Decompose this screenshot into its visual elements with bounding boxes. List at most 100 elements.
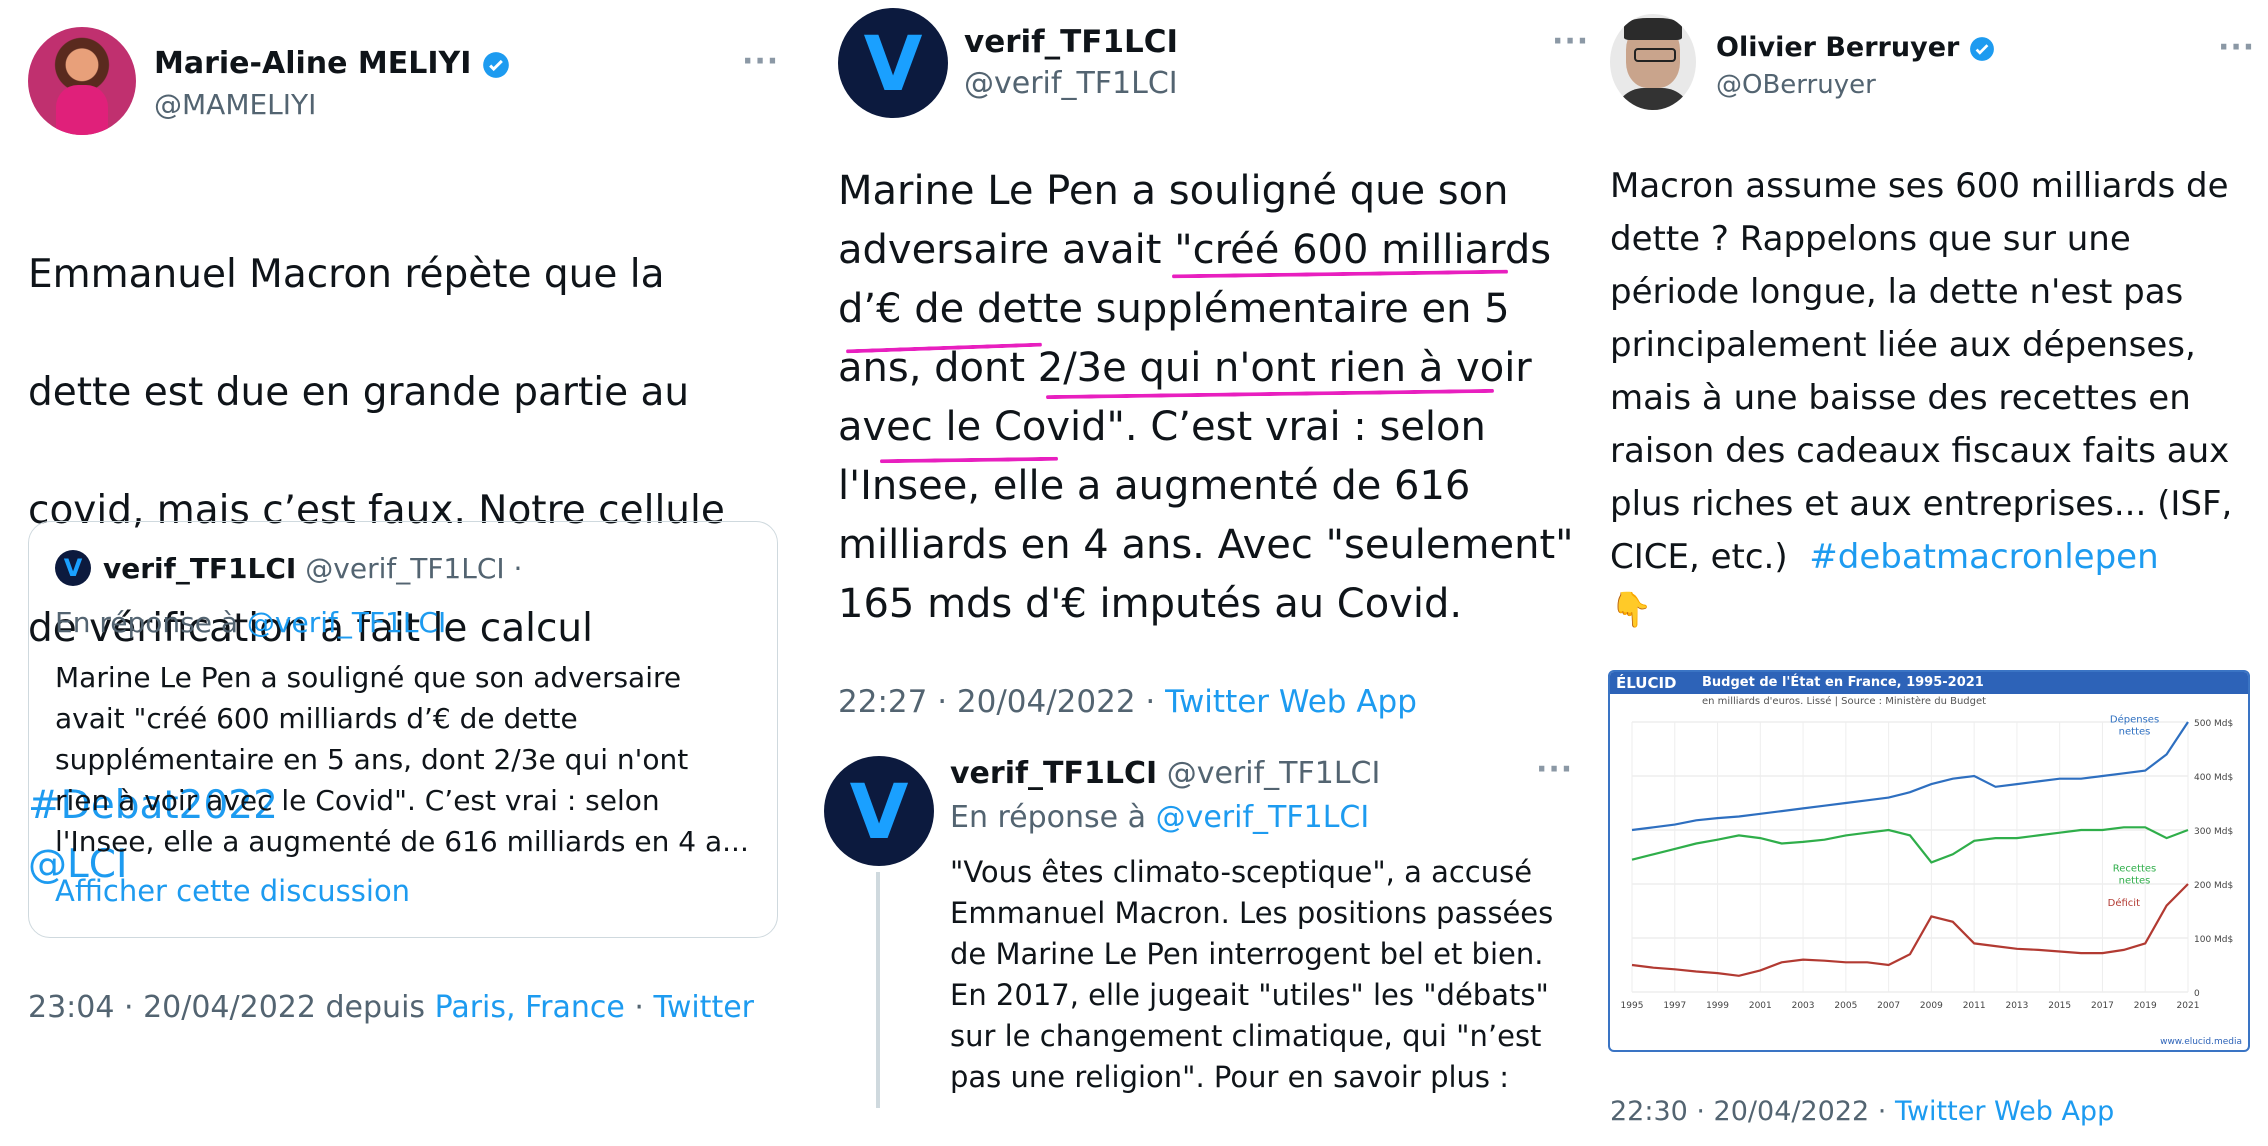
quoted-author-handle: @verif_TF1LCI · — [305, 552, 523, 585]
avatar[interactable] — [28, 27, 136, 135]
reply-body: "Vous êtes climato-sceptique", a accusé … — [950, 852, 1553, 1098]
reply-line: En 2017, elle jugeait "utiles" les "déba… — [950, 978, 1549, 1012]
x-tick-label: 2017 — [2091, 1001, 2114, 1011]
reply-author-name[interactable]: verif_TF1LCI — [950, 756, 1157, 791]
hashtag-link[interactable]: #debatmacronlepen — [1809, 537, 2158, 577]
body-line: dette ? Rappelons que sur une — [1610, 219, 2131, 259]
y-tick-label: 500 Md$ — [2194, 719, 2233, 729]
x-tick-label: 1997 — [1663, 1001, 1686, 1011]
reply-author-handle[interactable]: @verif_TF1LCI — [1167, 756, 1381, 791]
x-tick-label: 1999 — [1706, 1001, 1729, 1011]
chart-title-bar: ÉLUCID Budget de l'État en France, 1995-… — [1610, 672, 2248, 694]
point-down-emoji: 👇 — [1610, 590, 1653, 630]
body-line: CICE, etc.) — [1610, 537, 1788, 577]
body-line: 165 mds d'€ imputés au Covid. — [838, 581, 1463, 627]
y-tick-label: 100 Md$ — [2194, 935, 2233, 945]
timestamp[interactable]: 22:30 · 20/04/2022 · — [1610, 1096, 1895, 1127]
chart-footer-url: www.elucid.media — [2160, 1037, 2242, 1047]
thread-line — [876, 872, 880, 1108]
tweet-footer: 22:30 · 20/04/2022 · Twitter Web App — [1610, 1096, 2114, 1127]
x-tick-label: 2015 — [2048, 1001, 2071, 1011]
footer-separator: · — [624, 990, 654, 1025]
show-thread-link[interactable]: Afficher cette discussion — [55, 874, 410, 908]
avatar[interactable] — [1610, 14, 1696, 110]
chart-image[interactable]: ÉLUCID Budget de l'État en France, 1995-… — [1608, 670, 2250, 1052]
author-handle[interactable]: @MAMELIYI — [154, 88, 316, 121]
body-line: raison des cadeaux fiscaux faits aux — [1610, 431, 2230, 471]
reply-handle-link[interactable]: @verif_TF1LCI — [247, 606, 446, 639]
author-handle[interactable]: @OBerruyer — [1716, 70, 1876, 100]
body-line: Marine Le Pen a souligné que son — [838, 168, 1509, 214]
quoted-body: Marine Le Pen a souligné que son adversa… — [55, 657, 749, 862]
x-tick-label: 2009 — [1920, 1001, 1943, 1011]
reply-line: sur le changement climatique, qui "n’est — [950, 1019, 1542, 1053]
source-app-link[interactable]: Twitter Web App — [1895, 1096, 2114, 1127]
more-options-icon[interactable]: ··· — [742, 44, 779, 79]
tweet-footer: 23:04 · 20/04/2022 depuis Paris, France … — [28, 990, 754, 1025]
series-label: Dépenses — [2110, 714, 2159, 726]
tweet-footer: 22:27 · 20/04/2022 · Twitter Web App — [838, 684, 1417, 720]
avatar-logo-text: V — [863, 18, 923, 108]
quoted-line: avait "créé 600 milliards d’€ de dette — [55, 702, 578, 735]
verified-icon — [1969, 36, 1994, 61]
series-line — [1631, 883, 2189, 977]
reply-prefix: En réponse à — [950, 800, 1156, 835]
reply-line: "Vous êtes climato-sceptique", a accusé — [950, 855, 1533, 889]
body-line: dette est due en grande partie au — [28, 370, 690, 415]
body-line: principalement liée aux dépenses, — [1610, 325, 2196, 365]
series-label: nettes — [2119, 875, 2151, 886]
x-tick-label: 2011 — [1963, 1001, 1986, 1011]
quoted-line: Marine Le Pen a souligné que son adversa… — [55, 661, 682, 694]
author-name[interactable]: verif_TF1LCI — [964, 24, 1178, 60]
tweet-body: Marine Le Pen a souligné que son adversa… — [838, 162, 1574, 634]
timestamp[interactable]: 23:04 · 20/04/2022 depuis — [28, 990, 435, 1025]
x-tick-label: 2013 — [2005, 1001, 2028, 1011]
quoted-line: l'Insee, elle a augmenté de 616 milliard… — [55, 825, 749, 858]
author-name[interactable]: Olivier Berruyer — [1716, 32, 1995, 63]
author-name-text[interactable]: Olivier Berruyer — [1716, 32, 1959, 63]
more-options-icon[interactable]: ··· — [1552, 24, 1589, 59]
series-line — [1631, 826, 2189, 864]
x-tick-label: 2001 — [1749, 1001, 1772, 1011]
source-app-link[interactable]: Twitter Web App — [1165, 684, 1417, 720]
quoted-tweet-card[interactable]: V verif_TF1LCI @verif_TF1LCI · En répons… — [28, 521, 778, 938]
body-line: Emmanuel Macron répète que la — [28, 252, 665, 297]
author-name[interactable]: Marie-Aline MELIYI — [154, 46, 510, 81]
body-line: milliards en 4 ans. Avec "seulement" — [838, 522, 1574, 568]
body-line: avec le Covid". C’est vrai : selon — [838, 404, 1486, 450]
author-name-text[interactable]: Marie-Aline MELIYI — [154, 46, 471, 81]
source-app-link[interactable]: Twitter — [653, 990, 754, 1025]
y-tick-label: 300 Md$ — [2194, 827, 2233, 837]
reply-line: Emmanuel Macron. Les positions passées — [950, 896, 1554, 930]
reply-avatar-logo: V — [849, 766, 909, 856]
reply-handle-link[interactable]: @verif_TF1LCI — [1156, 800, 1370, 835]
quoted-author-name: verif_TF1LCI — [103, 552, 297, 585]
series-label: nettes — [2119, 727, 2151, 738]
chart-subtitle: en milliards d'euros. Lissé | Source : M… — [1702, 696, 1987, 707]
body-line: l'Insee, elle a augmenté de 616 — [838, 463, 1471, 509]
body-line: d’€ de dette supplémentaire en 5 — [838, 286, 1510, 332]
body-line: Macron assume ses 600 milliards de — [1610, 166, 2229, 206]
reply-more-options-icon[interactable]: ··· — [1536, 752, 1573, 787]
series-label: Déficit — [2108, 897, 2140, 909]
reply-line: pas une religion". Pour en savoir plus : — [950, 1060, 1510, 1094]
more-options-icon[interactable]: ··· — [2218, 30, 2255, 65]
x-tick-label: 2019 — [2134, 1001, 2157, 1011]
reply-prefix: En réponse à — [55, 606, 247, 639]
body-line: plus riches et aux entreprises... (ISF, — [1610, 484, 2233, 524]
y-tick-label: 200 Md$ — [2194, 881, 2233, 891]
location-link[interactable]: Paris, France — [435, 990, 625, 1025]
budget-line-chart: 0 100 Md$ 200 Md$ 300 Md$ 400 Md$ 500 Md$ 1995… — [1621, 714, 2234, 1011]
x-tick-label: 2005 — [1834, 1001, 1857, 1011]
quoted-line: rien à voir avec le Covid". C’est vrai :… — [55, 784, 660, 817]
body-line: mais à une baisse des recettes en — [1610, 378, 2191, 418]
author-handle[interactable]: @verif_TF1LCI — [964, 66, 1178, 101]
timestamp[interactable]: 22:27 · 20/04/2022 · — [838, 684, 1165, 720]
series-label: Recettes — [2113, 863, 2157, 874]
chart-title: Budget de l'État en France, 1995-2021 — [1702, 675, 1984, 690]
reply-avatar[interactable]: V — [824, 756, 934, 866]
quoted-line: supplémentaire en 5 ans, dont 2/3e qui n… — [55, 743, 689, 776]
x-tick-label: 1995 — [1621, 1001, 1644, 1011]
avatar[interactable]: V — [838, 8, 948, 118]
tweet-body: Macron assume ses 600 milliards de dette… — [1610, 160, 2232, 637]
